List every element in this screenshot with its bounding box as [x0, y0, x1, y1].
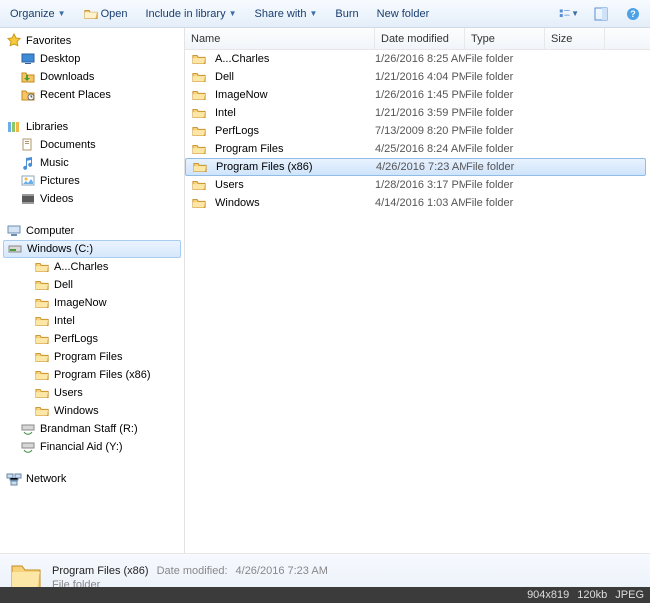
computer-group: Computer Windows (C:) A...CharlesDellIma…	[0, 222, 184, 456]
folder-icon	[34, 313, 50, 329]
network-header[interactable]: Network	[0, 470, 184, 488]
libraries-header[interactable]: Libraries	[0, 118, 184, 136]
chevron-down-icon: ▼	[571, 9, 579, 18]
favorites-header[interactable]: Favorites	[0, 32, 184, 50]
drive-icon	[7, 241, 23, 257]
sidebar-item-videos[interactable]: Videos	[0, 190, 184, 208]
include-library-button[interactable]: Include in library▼	[141, 6, 240, 22]
folder-icon	[192, 159, 208, 175]
sidebar-item-documents[interactable]: Documents	[0, 136, 184, 154]
folder-icon	[191, 123, 207, 139]
sidebar-folder-item[interactable]: ImageNow	[0, 294, 184, 312]
file-row[interactable]: Program Files4/25/2016 8:24 AMFile folde…	[185, 140, 650, 158]
folder-icon	[191, 69, 207, 85]
pictures-icon	[20, 173, 36, 189]
open-button[interactable]: Open	[80, 5, 132, 23]
sidebar-item-drive-c[interactable]: Windows (C:)	[3, 240, 181, 258]
toolbar: Organize▼ Open Include in library▼ Share…	[0, 0, 650, 28]
recent-icon	[20, 87, 36, 103]
image-footer: 904x819 120kb JPEG	[0, 587, 650, 603]
sidebar-item-downloads[interactable]: Downloads	[0, 68, 184, 86]
new-folder-button[interactable]: New folder	[373, 6, 434, 22]
folder-icon	[191, 51, 207, 67]
chevron-down-icon: ▼	[229, 9, 237, 18]
favorites-group: Favorites Desktop Downloads Recent Place…	[0, 32, 184, 104]
chevron-down-icon: ▼	[58, 9, 66, 18]
sidebar-item-drive-y[interactable]: Financial Aid (Y:)	[0, 438, 184, 456]
libraries-group: Libraries Documents Music Pictures Video…	[0, 118, 184, 208]
sidebar-folder-item[interactable]: Program Files (x86)	[0, 366, 184, 384]
folder-icon	[34, 403, 50, 419]
footer-dims: 904x819	[527, 589, 569, 601]
file-row[interactable]: PerfLogs7/13/2009 8:20 PMFile folder	[185, 122, 650, 140]
folder-icon	[34, 331, 50, 347]
network-group: Network	[0, 470, 184, 488]
folder-icon	[34, 295, 50, 311]
details-date-label: Date modified:	[157, 565, 228, 577]
file-row[interactable]: Intel1/21/2016 3:59 PMFile folder	[185, 104, 650, 122]
folder-icon	[34, 259, 50, 275]
file-list-pane: Name Date modified Type Size A...Charles…	[185, 28, 650, 553]
sidebar-folder-item[interactable]: Users	[0, 384, 184, 402]
star-icon	[6, 33, 22, 49]
view-mode-button[interactable]: ▼	[558, 4, 580, 24]
folder-icon	[191, 195, 207, 211]
sidebar-folder-item[interactable]: Dell	[0, 276, 184, 294]
file-row[interactable]: Windows4/14/2016 1:03 AMFile folder	[185, 194, 650, 212]
network-drive-icon	[20, 421, 36, 437]
organize-button[interactable]: Organize▼	[6, 6, 70, 22]
sidebar-item-pictures[interactable]: Pictures	[0, 172, 184, 190]
sidebar-item-drive-r[interactable]: Brandman Staff (R:)	[0, 420, 184, 438]
sidebar-folder-item[interactable]: Program Files	[0, 348, 184, 366]
documents-icon	[20, 137, 36, 153]
file-row[interactable]: A...Charles1/26/2016 8:25 AMFile folder	[185, 50, 650, 68]
folder-icon	[34, 385, 50, 401]
libraries-icon	[6, 119, 22, 135]
folder-icon	[34, 277, 50, 293]
sidebar-item-desktop[interactable]: Desktop	[0, 50, 184, 68]
network-icon	[6, 471, 22, 487]
column-date[interactable]: Date modified	[375, 28, 465, 49]
footer-format: JPEG	[615, 589, 644, 601]
share-with-button[interactable]: Share with▼	[251, 6, 322, 22]
music-icon	[20, 155, 36, 171]
file-row[interactable]: Dell1/21/2016 4:04 PMFile folder	[185, 68, 650, 86]
network-drive-icon	[20, 439, 36, 455]
file-row[interactable]: Program Files (x86)4/26/2016 7:23 AMFile…	[185, 158, 646, 176]
file-row[interactable]: ImageNow1/26/2016 1:45 PMFile folder	[185, 86, 650, 104]
folder-icon	[34, 367, 50, 383]
folder-icon	[191, 105, 207, 121]
column-headers: Name Date modified Type Size	[185, 28, 650, 50]
sidebar-folder-item[interactable]: A...Charles	[0, 258, 184, 276]
main-area: Favorites Desktop Downloads Recent Place…	[0, 28, 650, 553]
folder-icon	[191, 177, 207, 193]
details-date: 4/26/2016 7:23 AM	[236, 565, 328, 577]
preview-pane-button[interactable]	[590, 4, 612, 24]
folder-icon	[34, 349, 50, 365]
folder-icon	[191, 141, 207, 157]
computer-header[interactable]: Computer	[0, 222, 184, 240]
sidebar-folder-item[interactable]: PerfLogs	[0, 330, 184, 348]
burn-button[interactable]: Burn	[331, 6, 362, 22]
footer-size: 120kb	[577, 589, 607, 601]
column-size[interactable]: Size	[545, 28, 605, 49]
computer-icon	[6, 223, 22, 239]
navigation-pane: Favorites Desktop Downloads Recent Place…	[0, 28, 185, 553]
column-type[interactable]: Type	[465, 28, 545, 49]
chevron-down-icon: ▼	[309, 9, 317, 18]
file-row[interactable]: Users1/28/2016 3:17 PMFile folder	[185, 176, 650, 194]
details-name: Program Files (x86)	[52, 565, 149, 577]
open-icon	[84, 7, 98, 21]
downloads-icon	[20, 69, 36, 85]
sidebar-item-music[interactable]: Music	[0, 154, 184, 172]
sidebar-item-recent[interactable]: Recent Places	[0, 86, 184, 104]
desktop-icon	[20, 51, 36, 67]
help-button[interactable]: ?	[622, 4, 644, 24]
svg-text:?: ?	[630, 9, 636, 19]
folder-icon	[191, 87, 207, 103]
sidebar-folder-item[interactable]: Windows	[0, 402, 184, 420]
sidebar-folder-item[interactable]: Intel	[0, 312, 184, 330]
videos-icon	[20, 191, 36, 207]
column-name[interactable]: Name	[185, 28, 375, 49]
